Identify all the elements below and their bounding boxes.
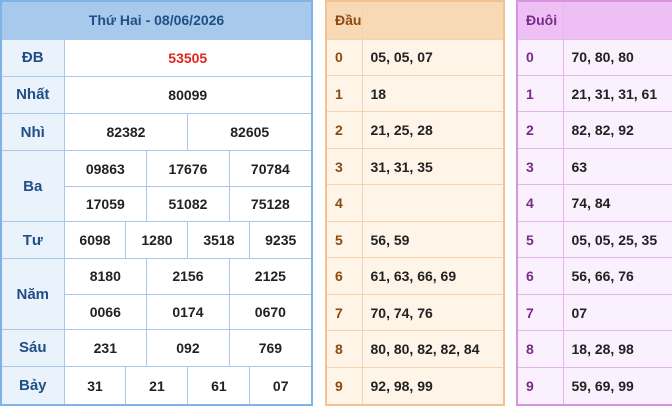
prize-label-third: Ba [0,150,65,222]
prize-fifth-value: 2125 [228,258,313,295]
tail-panel: Đuôi 0 70, 80, 80 1 21, 31, 31, 61 2 82, 82… [516,0,672,406]
tail-values: 82, 82, 92 [562,111,672,149]
prize-label-fourth: Tư [0,220,65,260]
tail-values: 21, 31, 31, 61 [562,74,672,113]
head-values: 31, 31, 35 [361,147,505,186]
head-digit: 2 [325,111,363,149]
prize-label-seventh: Bảy [0,366,65,406]
prize-fifth-value: 0670 [228,293,313,330]
prize-third-value: 51082 [146,185,230,222]
tail-digit: 1 [516,74,564,113]
head-digit: 4 [325,184,363,222]
prize-label-special: ĐB [0,38,65,77]
head-table: Đầu 0 05, 05, 07 1 18 2 21, 25, 28 3 31, 31,… [325,0,505,406]
tail-digit: 2 [516,111,564,149]
tail-digit: 3 [516,147,564,186]
tail-values: 05, 05, 25, 35 [562,220,672,259]
tail-title-blank [562,0,672,40]
prize-seventh-value: 07 [249,366,313,406]
prize-special-value: 53505 [63,38,313,77]
head-values: 56, 59 [361,220,505,259]
tail-values: 74, 84 [562,184,672,222]
results-table: Thứ Hai - 08/06/2026 ĐB 53505 Nhất 80099… [0,0,313,406]
results-panel: Thứ Hai - 08/06/2026 ĐB 53505 Nhất 80099… [0,0,313,406]
prize-sixth-value: 092 [146,328,230,368]
head-values: 92, 98, 99 [361,366,505,406]
head-digit: 0 [325,38,363,76]
prize-third-value: 17676 [146,150,230,187]
head-values: 21, 25, 28 [361,111,505,149]
prize-third-value: 17059 [63,185,148,222]
prize-third-value: 75128 [228,185,313,222]
prize-fourth-value: 9235 [249,220,313,260]
tail-digit: 5 [516,220,564,259]
tail-digit: 9 [516,366,564,406]
head-values: 80, 80, 82, 82, 84 [361,330,505,368]
tail-values: 56, 66, 76 [562,257,672,295]
tail-digit: 8 [516,330,564,368]
tail-title: Đuôi [516,0,564,40]
prize-fifth-value: 2156 [146,258,230,295]
head-digit: 8 [325,330,363,368]
tail-digit: 7 [516,293,564,332]
prize-label-first: Nhất [0,75,65,115]
tail-values: 18, 28, 98 [562,330,672,368]
head-values: 18 [361,74,505,113]
head-panel: Đầu 0 05, 05, 07 1 18 2 21, 25, 28 3 31, 31,… [325,0,505,406]
tail-values: 63 [562,147,672,186]
prize-fifth-value: 8180 [63,258,148,295]
tail-digit: 0 [516,38,564,76]
prize-label-second: Nhì [0,113,65,152]
prize-sixth-value: 231 [63,328,148,368]
prize-fourth-value: 3518 [187,220,251,260]
head-values: 05, 05, 07 [361,38,505,76]
prize-fifth-value: 0066 [63,293,148,330]
head-values [361,184,505,222]
prize-second-value: 82382 [63,113,189,152]
results-date-title: Thứ Hai - 08/06/2026 [0,0,313,40]
prize-fourth-value: 6098 [63,220,127,260]
prize-fifth-value: 0174 [146,293,230,330]
prize-label-sixth: Sáu [0,328,65,368]
prize-seventh-value: 21 [125,366,189,406]
tail-values: 07 [562,293,672,332]
tail-values: 70, 80, 80 [562,38,672,76]
prize-seventh-value: 31 [63,366,127,406]
prize-seventh-value: 61 [187,366,251,406]
head-digit: 9 [325,366,363,406]
head-digit: 5 [325,220,363,259]
prize-second-value: 82605 [187,113,313,152]
prize-fourth-value: 1280 [125,220,189,260]
head-title-blank [361,0,505,40]
head-values: 61, 63, 66, 69 [361,257,505,295]
head-values: 70, 74, 76 [361,293,505,332]
tail-digit: 4 [516,184,564,222]
tail-table: Đuôi 0 70, 80, 80 1 21, 31, 31, 61 2 82, 82… [516,0,672,406]
head-digit: 1 [325,74,363,113]
head-digit: 3 [325,147,363,186]
head-title: Đầu [325,0,363,40]
tail-digit: 6 [516,257,564,295]
tail-values: 59, 69, 99 [562,366,672,406]
head-digit: 7 [325,293,363,332]
prize-sixth-value: 769 [228,328,313,368]
prize-third-value: 70784 [228,150,313,187]
head-digit: 6 [325,257,363,295]
prize-first-value: 80099 [63,75,313,115]
prize-label-fifth: Năm [0,258,65,330]
prize-third-value: 09863 [63,150,148,187]
